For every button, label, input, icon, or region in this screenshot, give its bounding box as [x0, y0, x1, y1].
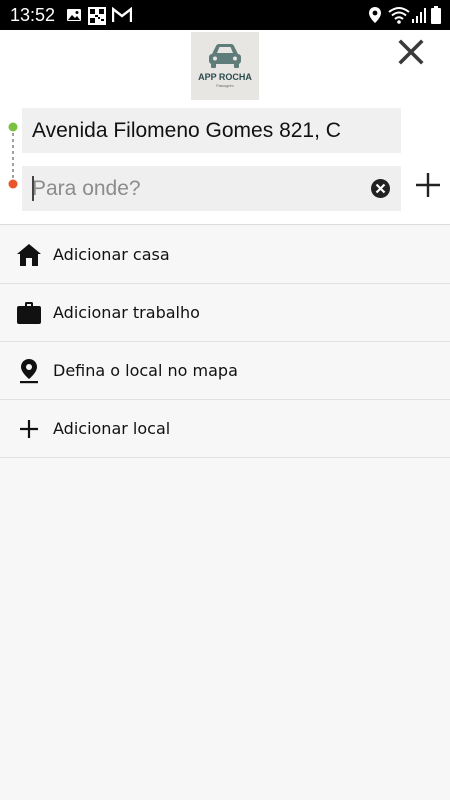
close-button[interactable] [395, 36, 427, 68]
qr-app-icon [88, 7, 106, 30]
status-bar: 13:52 [0, 0, 450, 30]
add-home-label: Adicionar casa [53, 245, 170, 264]
logo-text: APP ROCHA [198, 72, 252, 82]
clear-icon [371, 179, 390, 198]
briefcase-icon [17, 302, 41, 324]
text-cursor [32, 176, 34, 201]
home-icon [17, 244, 41, 266]
map-pin-icon [20, 359, 38, 384]
set-on-map-item[interactable]: Defina o local no mapa [0, 342, 450, 400]
clear-destination-button[interactable] [370, 178, 391, 199]
battery-icon [431, 6, 441, 29]
add-work-item[interactable]: Adicionar trabalho [0, 284, 450, 342]
status-time: 13:52 [10, 5, 56, 25]
origin-field[interactable]: Avenida Filomeno Gomes 821, C [22, 108, 401, 153]
location-icon [368, 6, 382, 29]
plus-icon [416, 173, 440, 197]
app-logo: APP ROCHA Passageiro [191, 32, 259, 100]
route-header: APP ROCHA Passageiro Avenida Filomeno Go… [0, 30, 450, 225]
destination-input[interactable] [22, 166, 362, 211]
add-stop-button[interactable] [413, 170, 443, 200]
set-on-map-label: Defina o local no mapa [53, 361, 238, 380]
add-place-item[interactable]: Adicionar local [0, 400, 450, 458]
plus-icon [20, 420, 38, 438]
add-home-item[interactable]: Adicionar casa [0, 226, 450, 284]
destination-field-container [22, 166, 401, 211]
origin-dot [8, 122, 18, 132]
logo-subtext: Passageiro [216, 84, 234, 88]
destination-dot [8, 179, 18, 189]
gmail-icon [111, 6, 133, 28]
add-work-label: Adicionar trabalho [53, 303, 200, 322]
add-place-label: Adicionar local [53, 419, 171, 438]
image-icon [66, 7, 82, 28]
shortcut-list: Adicionar casa Adicionar trabalho Defina… [0, 226, 450, 458]
wifi-icon [388, 6, 410, 29]
route-connector [8, 122, 18, 189]
car-icon [209, 44, 241, 68]
signal-icon [412, 6, 426, 29]
close-icon [398, 39, 424, 65]
